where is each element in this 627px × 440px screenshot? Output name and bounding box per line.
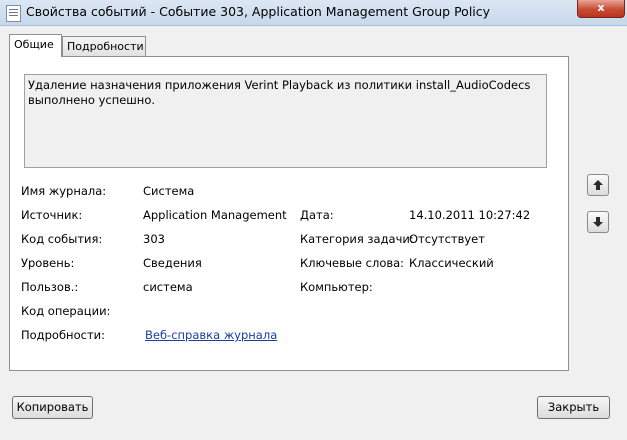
title-bar: Свойства событий - Событие 303, Applicat…: [0, 0, 627, 26]
arrow-up-icon: [593, 180, 603, 190]
op-code-label: Код операции:: [21, 304, 111, 318]
user-value: система: [143, 280, 193, 294]
description-line-2: выполнено успешно.: [28, 93, 156, 107]
task-category-value: Отсутствует: [409, 232, 485, 246]
source-value: Application Management Gr: [143, 208, 291, 222]
details-label: Подробности:: [21, 328, 105, 342]
level-label: Уровень:: [21, 256, 75, 270]
previous-event-button[interactable]: [587, 174, 609, 196]
next-event-button[interactable]: [587, 211, 609, 233]
event-code-value: 303: [143, 232, 165, 246]
date-label: Дата:: [300, 208, 334, 222]
keywords-value: Классический: [409, 256, 494, 270]
user-label: Пользов.:: [21, 280, 79, 294]
tab-general[interactable]: Общие: [9, 34, 62, 57]
window-title: Свойства событий - Событие 303, Applicat…: [26, 4, 491, 19]
level-value: Сведения: [143, 256, 202, 270]
event-viewer-icon: [6, 5, 21, 22]
event-description-box[interactable]: Удаление назначения приложения Verint Pl…: [24, 74, 547, 168]
log-name-label: Имя журнала:: [21, 184, 107, 198]
log-help-link[interactable]: Веб-справка журнала: [145, 328, 277, 342]
log-name-value: Система: [143, 184, 195, 198]
window-close-button[interactable]: x: [577, 0, 625, 18]
source-label: Источник:: [21, 208, 83, 222]
description-line-1: Удаление назначения приложения Verint Pl…: [28, 78, 531, 92]
task-category-label: Категория задачи:: [300, 232, 414, 246]
computer-label: Компьютер:: [300, 280, 373, 294]
tab-details[interactable]: Подробности: [62, 36, 146, 56]
arrow-down-icon: [593, 217, 603, 227]
tab-panel-general: Удаление назначения приложения Verint Pl…: [9, 56, 569, 371]
date-value: 14.10.2011 10:27:42: [409, 208, 531, 222]
event-code-label: Код события:: [21, 232, 103, 246]
copy-button[interactable]: Копировать: [12, 396, 93, 419]
keywords-label: Ключевые слова:: [300, 256, 405, 270]
close-button[interactable]: Закрыть: [537, 396, 610, 419]
